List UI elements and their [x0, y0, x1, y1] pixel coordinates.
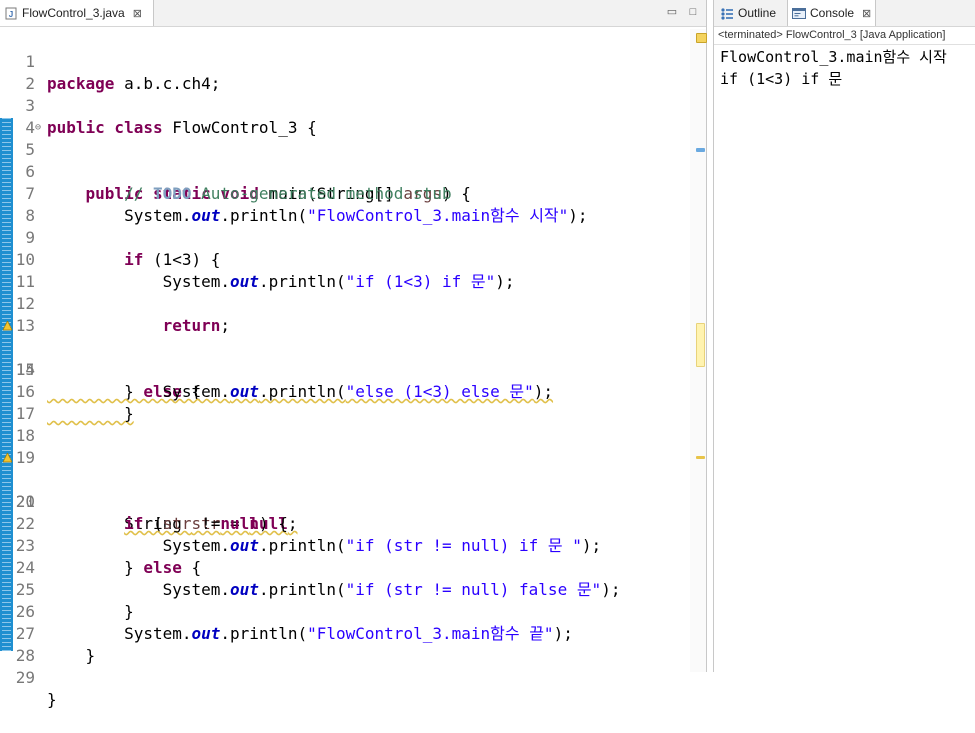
- code-line: 29 }: [0, 645, 690, 709]
- code-line: 17: [0, 381, 690, 423]
- code-line: 28: [0, 623, 690, 665]
- code-line: 4: [0, 95, 690, 137]
- view-pane: Outline Console ⊠ <terminated> FlowContr…: [713, 0, 975, 672]
- code-line: 25 }: [0, 557, 690, 621]
- console-close-icon[interactable]: ⊠: [862, 7, 871, 20]
- code-text: }: [47, 690, 57, 709]
- java-file-icon: J: [5, 7, 18, 20]
- code-line: 5 ⊖ public static void main(String[] arg…: [0, 117, 690, 203]
- minimize-icon[interactable]: ▭: [665, 5, 679, 19]
- visible-range-marker[interactable]: [696, 323, 705, 367]
- code-line: 23 } else {: [0, 513, 690, 577]
- editor-pane: J FlowControl_3.java ⊠ ▭ □ 1 package a.b…: [0, 0, 707, 709]
- fold-collapse-icon[interactable]: ⊖: [35, 117, 41, 139]
- code-line: 19: [0, 425, 690, 467]
- warning-summary-icon[interactable]: [696, 33, 707, 43]
- code-line: 1 package a.b.c.ch4;: [0, 29, 690, 93]
- tab-flowcontrol-java[interactable]: J FlowControl_3.java ⊠: [0, 0, 154, 26]
- code-line: 11: [0, 249, 690, 291]
- code-line: 14 } else {: [0, 315, 690, 401]
- code-line: 3 public class FlowControl_3 {: [0, 73, 690, 137]
- outline-label: Outline: [738, 6, 777, 20]
- code-line: 22 System.out.println("if (str != null) …: [0, 491, 690, 555]
- code-line: 27 }: [0, 601, 690, 665]
- code-line: 12 return;: [0, 271, 690, 335]
- code-line: 26 System.out.println("FlowControl_3.mai…: [0, 579, 690, 643]
- task-marker[interactable]: [696, 148, 705, 152]
- code-line: 13: [0, 293, 690, 335]
- view-tabbar: Outline Console ⊠: [714, 0, 975, 27]
- code-editor[interactable]: 1 package a.b.c.ch4; 2 3 public class Fl…: [0, 29, 690, 709]
- tab-close-icon[interactable]: ⊠: [133, 7, 142, 20]
- warning-icon[interactable]: [3, 321, 12, 331]
- console-status-header: <terminated> FlowControl_3 [Java Applica…: [714, 27, 975, 45]
- code-line: 6 // TODO Auto-generated method stub: [0, 139, 690, 203]
- code-line: 10 System.out.println("if (1<3) if 문");: [0, 227, 690, 291]
- maximize-icon[interactable]: □: [686, 5, 700, 19]
- code-line: 18: [0, 403, 690, 445]
- code-line: 9 if (1<3) {: [0, 205, 690, 269]
- code-line: 21 if (str !=null) {: [0, 469, 690, 533]
- code-line: 24 System.out.println("if (str != null) …: [0, 535, 690, 599]
- console-output-line: if (1<3) if 문: [720, 70, 843, 88]
- svg-text:J: J: [9, 10, 13, 19]
- code-line: 16 }: [0, 359, 690, 423]
- console-icon: [792, 7, 806, 20]
- console-label: Console: [810, 6, 855, 20]
- line-number: 29: [15, 668, 35, 687]
- code-line: 20 String str = null;: [0, 447, 690, 533]
- code-line: 8: [0, 183, 690, 225]
- warning-marker[interactable]: [696, 456, 705, 459]
- warning-icon[interactable]: [3, 453, 12, 463]
- overview-ruler[interactable]: [690, 29, 707, 672]
- code-line: 15 System.out.println("else (1<3) else 문…: [0, 337, 690, 401]
- code-line: 7 System.out.println("FlowControl_3.main…: [0, 161, 690, 225]
- code-line: 2: [0, 51, 690, 93]
- tab-label: FlowControl_3.java: [22, 6, 125, 20]
- editor-tabbar: J FlowControl_3.java ⊠ ▭ □: [0, 0, 706, 27]
- console-output-line: FlowControl_3.main함수 시작: [720, 48, 947, 66]
- tab-outline[interactable]: Outline: [716, 0, 780, 26]
- outline-icon: [720, 7, 734, 20]
- tab-console[interactable]: Console ⊠: [787, 0, 877, 26]
